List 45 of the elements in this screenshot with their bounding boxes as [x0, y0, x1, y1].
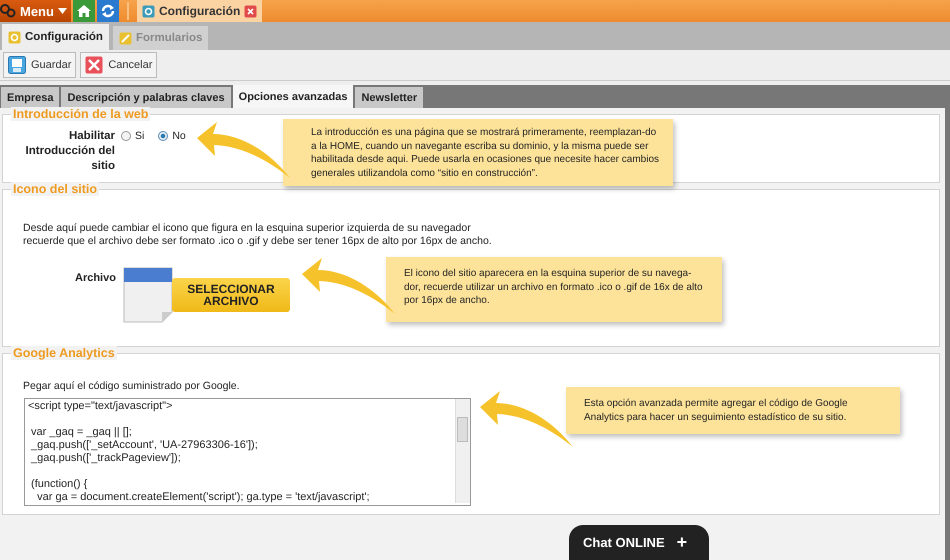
module-tab[interactable]: Configuración: [2, 24, 109, 50]
gear-icon: [142, 4, 155, 18]
section-tab[interactable]: Newsletter: [355, 87, 424, 108]
document-icon: [122, 266, 174, 324]
home-icon: [76, 5, 91, 17]
pencil-icon: [118, 32, 132, 44]
gears-icon: [0, 4, 16, 18]
section-legend: Introducción de la web: [11, 107, 150, 121]
field-label: Archivo: [75, 272, 116, 284]
menu-button[interactable]: Menu: [0, 0, 71, 22]
open-tab[interactable]: Configuración: [136, 0, 262, 22]
code-line: var _gaq = _gaq || [];: [30, 426, 132, 439]
select-file-button[interactable]: SELECCIONAR ARCHIVO: [172, 278, 290, 312]
caret-icon: [58, 8, 67, 14]
radio-button[interactable]: [158, 131, 168, 141]
section-tab[interactable]: Descripción y palabras claves: [61, 87, 231, 108]
cancel-button[interactable]: Cancelar: [80, 52, 158, 78]
callout-note: El icono del sitio aparecera en la esquina superior de su navega-dor, recuerde utilizar un archivo en formato .ico o .gif de 16x de alto por 16px de ancho.: [386, 257, 722, 322]
chat-tab[interactable]: Chat ONLINE +: [569, 525, 709, 560]
code-line: _gaq.push(['_trackPageview']);: [30, 452, 181, 465]
refresh-icon: [100, 4, 115, 18]
callout-note: La introducción es una página que se mostrará primeramente, reemplazan-do a la HOME, cuando un navegante escriba su dominio, y la misma puede ser habilitada desde aqui. Puede usarla en ocasiones que necesite hacer cambios generales utilizandola como “sitio en construcción”.: [283, 119, 673, 186]
home-button[interactable]: [72, 0, 95, 22]
field-label: Habilitar Introducción del sitio: [24, 129, 115, 174]
section-legend: Icono del sitio: [11, 182, 100, 196]
radio-option[interactable]: No: [158, 130, 186, 142]
code-line: var ga = document.createElement('script'); ga.type = 'text/javascript';: [36, 491, 370, 504]
code-line: _gaq.push(['_setAccount', 'UA-27963306-16']);: [30, 439, 258, 452]
section-tab[interactable]: Empresa: [1, 87, 60, 108]
description-text: Desde aquí puede cambiar el icono que figura en la esquina superior izquierda de su navegador recuerde que el archivo debe ser formato .ico o .gif y debe ser tener 16px de alto por 16px de ancho.: [23, 222, 493, 248]
gear-icon: [8, 30, 21, 44]
close-icon: [244, 4, 258, 18]
hint-text: Pegar aquí el código suministrado por Google.: [23, 380, 241, 392]
close-icon: [85, 56, 104, 74]
code-field[interactable]: [24, 398, 471, 506]
section-legend: Google Analytics: [11, 346, 117, 360]
save-button[interactable]: Guardar: [3, 52, 76, 78]
refresh-button[interactable]: [96, 0, 119, 22]
code-line: <script type="text/javascript">: [28, 400, 172, 413]
radio-button[interactable]: [121, 131, 131, 141]
callout-note: Esta opción avanzada permite agregar el código de Google Analytics para hacer un seguimiento estadístico de su sitio.: [566, 387, 900, 434]
section-tab[interactable]: Opciones avanzadas: [232, 85, 354, 108]
code-line: (function() {: [30, 478, 88, 491]
radio-option[interactable]: Si: [121, 130, 144, 142]
scrollbar[interactable]: [455, 399, 470, 503]
